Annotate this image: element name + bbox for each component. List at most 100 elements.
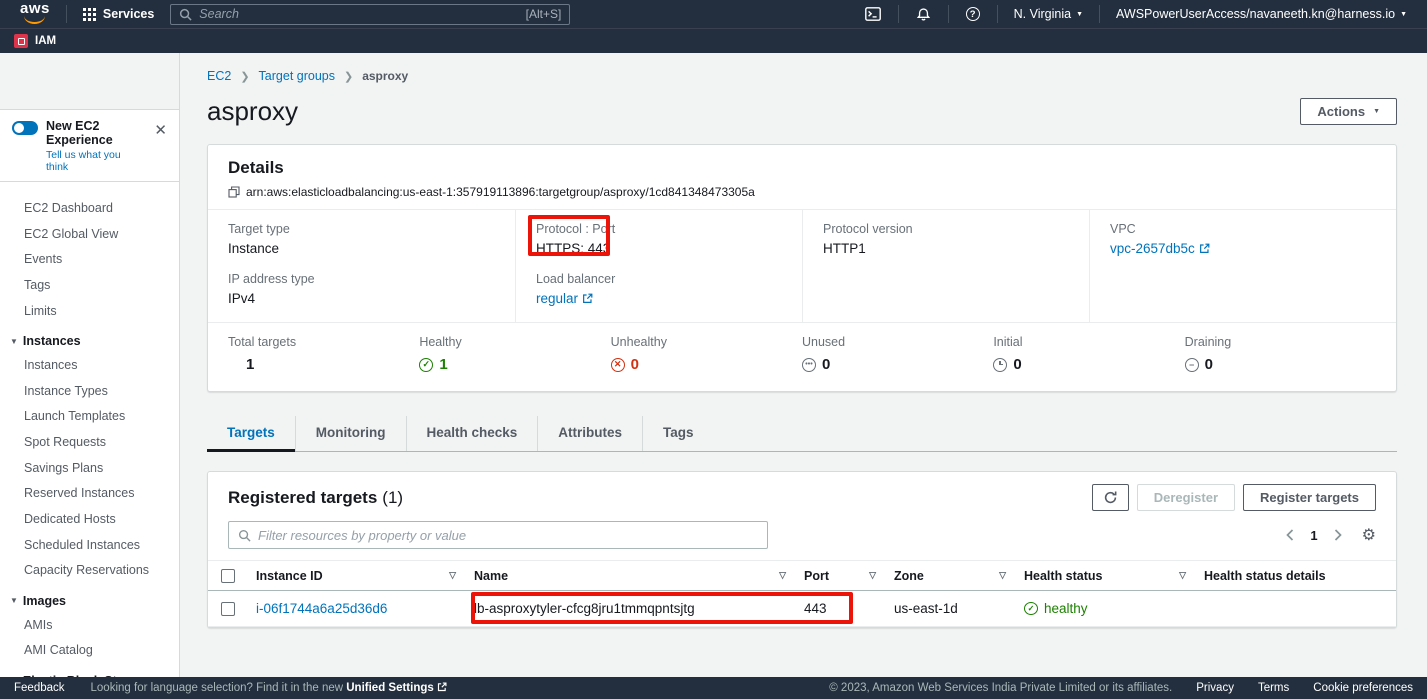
registered-targets-count: (1) <box>382 488 403 508</box>
language-selection-note: Looking for language selection? Find it … <box>91 682 447 695</box>
unused-label: Unused <box>802 335 993 349</box>
global-search[interactable]: [Alt+S] <box>170 4 570 25</box>
breadcrumb-target-groups[interactable]: Target groups <box>259 69 335 83</box>
column-header-port[interactable]: Port ▽ <box>796 561 886 590</box>
breadcrumb-current: asproxy <box>362 69 408 83</box>
sidebar-section-images[interactable]: ▼ Images <box>0 584 179 613</box>
load-balancer-link[interactable]: regular <box>536 291 593 306</box>
column-header-instance-id[interactable]: Instance ID ▽ <box>248 561 466 590</box>
help-icon[interactable]: ? <box>955 7 991 21</box>
sidebar-item-instance-types[interactable]: Instance Types <box>0 379 179 405</box>
details-card: Details arn:aws:elasticloadbalancing:us-… <box>207 144 1397 392</box>
registered-targets-panel: Registered targets (1) Deregister Regist… <box>207 471 1397 628</box>
ip-address-type-value: IPv4 <box>228 291 515 306</box>
sidebar-item-scheduled-instances[interactable]: Scheduled Instances <box>0 533 179 559</box>
sidebar-item-reserved-instances[interactable]: Reserved Instances <box>0 481 179 507</box>
sort-icon[interactable]: ▽ <box>449 570 456 581</box>
column-label: Health status details <box>1204 569 1326 583</box>
select-all-checkbox[interactable] <box>221 569 235 583</box>
sidebar-item-ami-catalog[interactable]: AMI Catalog <box>0 638 179 664</box>
instance-id-link[interactable]: i-06f1744a6a25d36d6 <box>256 601 387 616</box>
healthy-check-icon: ✓ <box>1024 602 1038 615</box>
unused-value: 0 <box>822 356 830 373</box>
sidebar-item-amis[interactable]: AMIs <box>0 613 179 639</box>
close-icon[interactable]: ✕ <box>152 123 169 138</box>
column-header-name[interactable]: Name ▽ <box>466 561 796 590</box>
sidebar-section-instances[interactable]: ▼ Instances <box>0 324 179 353</box>
services-menu[interactable]: Services <box>73 0 164 28</box>
sidebar-item-ec2-global-view[interactable]: EC2 Global View <box>0 222 179 248</box>
experience-feedback-link[interactable]: Tell us what you think <box>46 149 144 173</box>
sidebar-item-launch-templates[interactable]: Launch Templates <box>0 404 179 430</box>
sidebar-item-savings-plans[interactable]: Savings Plans <box>0 456 179 482</box>
next-page-icon[interactable] <box>1334 529 1342 541</box>
footer: Feedback Looking for language selection?… <box>0 677 1427 699</box>
divider <box>66 5 67 23</box>
sidebar-item-instances[interactable]: Instances <box>0 353 179 379</box>
tab-health-checks[interactable]: Health checks <box>406 416 538 451</box>
iam-favorite-link[interactable]: IAM <box>35 35 56 47</box>
deregister-button[interactable]: Deregister <box>1137 484 1235 511</box>
services-grid-icon <box>83 8 96 21</box>
ip-address-type-label: IP address type <box>228 272 515 286</box>
experience-toggle[interactable] <box>12 121 38 135</box>
row-checkbox[interactable] <box>221 602 235 616</box>
initial-value: 0 <box>1013 356 1021 373</box>
chevron-down-icon: ▼ <box>1076 11 1083 18</box>
top-navigation-bar: aws Services [Alt+S] ? N. Virginia <box>0 0 1427 28</box>
vpc-label: VPC <box>1110 222 1376 236</box>
sidebar-item-events[interactable]: Events <box>0 247 179 273</box>
column-header-health-status-details: Health status details <box>1196 561 1396 590</box>
tab-targets[interactable]: Targets <box>207 416 295 451</box>
actions-button[interactable]: Actions ▼ <box>1300 98 1397 125</box>
cookie-preferences-link[interactable]: Cookie preferences <box>1313 682 1413 694</box>
tab-monitoring[interactable]: Monitoring <box>295 416 406 451</box>
privacy-link[interactable]: Privacy <box>1196 682 1234 694</box>
external-link-icon <box>582 293 593 304</box>
sort-icon[interactable]: ▽ <box>779 570 786 581</box>
protocol-version-label: Protocol version <box>823 222 1089 236</box>
notifications-bell-icon[interactable] <box>905 7 942 22</box>
sidebar-item-spot-requests[interactable]: Spot Requests <box>0 430 179 456</box>
refresh-button[interactable] <box>1092 484 1129 511</box>
target-type-label: Target type <box>228 222 515 236</box>
tab-bar: Targets Monitoring Health checks Attribu… <box>207 416 1397 452</box>
breadcrumb-ec2[interactable]: EC2 <box>207 69 231 83</box>
filter-input[interactable] <box>258 528 758 543</box>
page-number[interactable]: 1 <box>1308 528 1319 543</box>
healthy-check-icon: ✓ <box>419 358 433 372</box>
terms-link[interactable]: Terms <box>1258 682 1289 694</box>
sidebar-top-gap <box>0 53 179 109</box>
sidebar: New EC2 Experience Tell us what you thin… <box>0 53 180 677</box>
aws-logo[interactable]: aws <box>10 1 60 24</box>
register-targets-button[interactable]: Register targets <box>1243 484 1376 511</box>
tab-attributes[interactable]: Attributes <box>537 416 642 451</box>
draining-label: Draining <box>1185 335 1376 349</box>
sidebar-item-capacity-reservations[interactable]: Capacity Reservations <box>0 558 179 584</box>
unified-settings-link[interactable]: Unified Settings <box>346 682 434 694</box>
feedback-link[interactable]: Feedback <box>14 682 65 694</box>
previous-page-icon[interactable] <box>1286 529 1294 541</box>
cloudshell-icon[interactable] <box>854 7 892 21</box>
column-header-health-status[interactable]: Health status ▽ <box>1016 561 1196 590</box>
sidebar-section-label: Instances <box>23 334 81 348</box>
vpc-link[interactable]: vpc-2657db5c <box>1110 241 1210 256</box>
sidebar-item-tags[interactable]: Tags <box>0 273 179 299</box>
unused-ellipsis-icon: ••• <box>802 358 816 372</box>
sidebar-item-dedicated-hosts[interactable]: Dedicated Hosts <box>0 507 179 533</box>
copy-icon[interactable] <box>228 186 240 198</box>
sidebar-item-limits[interactable]: Limits <box>0 299 179 325</box>
region-selector[interactable]: N. Virginia ▼ <box>1004 7 1093 21</box>
sidebar-section-elastic-block-store[interactable]: ▼ Elastic Block Store <box>0 664 179 677</box>
topnav-right: ? N. Virginia ▼ AWSPowerUserAccess/navan… <box>854 5 1417 23</box>
column-header-zone[interactable]: Zone ▽ <box>886 561 1016 590</box>
tab-tags[interactable]: Tags <box>642 416 714 451</box>
select-all-header[interactable] <box>208 561 248 590</box>
account-menu[interactable]: AWSPowerUserAccess/navaneeth.kn@harness.… <box>1106 7 1417 21</box>
sort-icon[interactable]: ▽ <box>999 570 1006 581</box>
sort-icon[interactable]: ▽ <box>869 570 876 581</box>
sort-icon[interactable]: ▽ <box>1179 570 1186 581</box>
sidebar-item-ec2-dashboard[interactable]: EC2 Dashboard <box>0 196 179 222</box>
table-settings-gear-icon[interactable]: ⚙ <box>1362 525 1376 545</box>
search-input[interactable] <box>199 7 518 21</box>
